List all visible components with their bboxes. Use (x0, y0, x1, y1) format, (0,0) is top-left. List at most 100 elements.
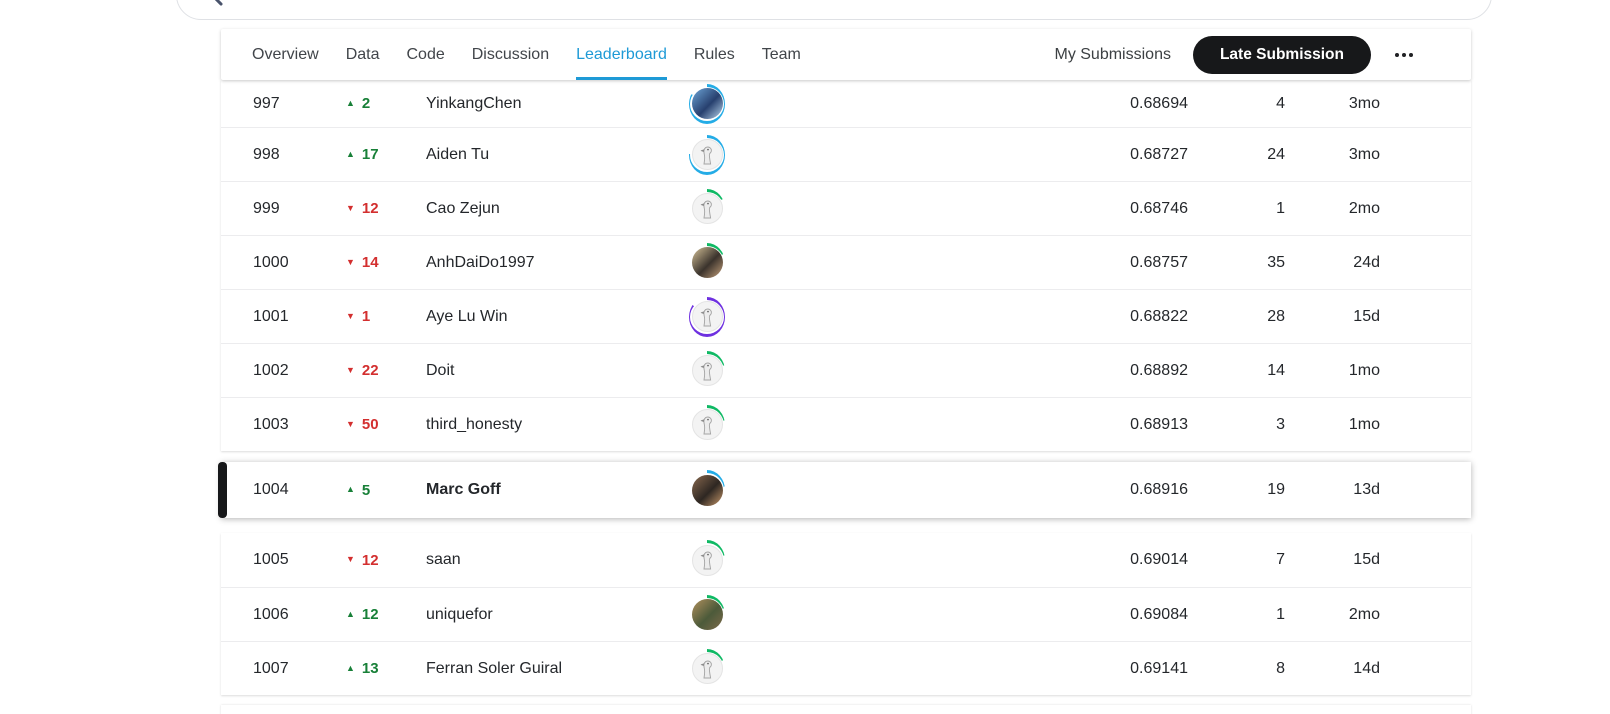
tabs-nav: Overview Data Code Discussion Leaderboard Rul… (221, 29, 801, 80)
rank-change-cell: ▼ 14 (346, 254, 426, 271)
rank-cell: 997 (221, 95, 346, 113)
avatar-cell (689, 470, 725, 510)
team-name-cell[interactable]: AnhDaiDo1997 (426, 254, 689, 272)
tab-bar-actions: My Submissions Late Submission (1054, 36, 1471, 74)
table-row[interactable]: 1006 ▲ 12 uniquefor 0.69084 1 2mo (221, 587, 1471, 641)
tab-data[interactable]: Data (346, 29, 380, 80)
score-cell: 0.69084 (1068, 606, 1188, 624)
avatar-cell (689, 405, 725, 445)
tab-discussion[interactable]: Discussion (472, 29, 549, 80)
rank-change-arrow-icon: ▼ (346, 554, 355, 564)
avatar[interactable] (689, 135, 725, 175)
avatar[interactable] (689, 189, 725, 229)
rank-change-cell: ▲ 5 (346, 482, 426, 499)
tab-rules[interactable]: Rules (694, 29, 735, 80)
tab-code[interactable]: Code (406, 29, 444, 80)
avatar[interactable] (689, 351, 725, 391)
team-name-cell[interactable]: Cao Zejun (426, 200, 689, 218)
team-name-cell[interactable]: third_honesty (426, 416, 689, 434)
rank-cell: 1006 (221, 606, 346, 624)
rank-change-arrow-icon: ▲ (346, 663, 355, 673)
team-name-cell[interactable]: Aiden Tu (426, 146, 689, 164)
team-name-cell[interactable]: Aye Lu Win (426, 308, 689, 326)
search-bar[interactable] (176, 0, 1492, 20)
entries-cell: 28 (1188, 308, 1285, 326)
competition-tab-bar: Overview Data Code Discussion Leaderboard Rul… (221, 29, 1471, 80)
avatar[interactable] (689, 243, 725, 283)
avatar[interactable] (689, 540, 725, 580)
late-submission-button[interactable]: Late Submission (1193, 36, 1371, 74)
avatar-cell (689, 297, 725, 337)
last-submission-cell: 2mo (1285, 606, 1380, 624)
avatar-cell (689, 595, 725, 635)
avatar-cell (689, 243, 725, 283)
entries-cell: 19 (1188, 481, 1285, 499)
table-row[interactable]: 1004 ▲ 5 Marc Goff 0.68916 19 13d (221, 462, 1471, 518)
avatar[interactable] (689, 470, 725, 510)
avatar[interactable] (689, 297, 725, 337)
table-row[interactable]: 1005 ▼ 12 saan 0.69014 7 15d (221, 533, 1471, 587)
tab-overview[interactable]: Overview (252, 29, 319, 80)
last-submission-cell: 3mo (1285, 146, 1380, 164)
rank-cell: 1005 (221, 551, 346, 569)
rank-change-arrow-icon: ▲ (346, 609, 355, 619)
rank-change-value: 12 (362, 200, 379, 217)
avatar[interactable] (689, 649, 725, 689)
search-icon (212, 0, 223, 6)
rank-change-value: 12 (362, 552, 379, 569)
avatar-cell (689, 135, 725, 175)
rank-cell: 1002 (221, 362, 346, 380)
table-row[interactable]: 1001 ▼ 1 Aye Lu Win 0.68822 28 15d (221, 289, 1471, 343)
rank-change-value: 1 (362, 308, 370, 325)
rank-change-arrow-icon: ▲ (346, 484, 355, 494)
last-submission-cell: 2mo (1285, 200, 1380, 218)
rank-change-cell: ▼ 22 (346, 362, 426, 379)
rank-change-arrow-icon: ▲ (346, 98, 355, 108)
more-options-icon[interactable] (1393, 47, 1415, 63)
team-name-cell[interactable]: YinkangChen (426, 95, 689, 113)
score-cell: 0.68757 (1068, 254, 1188, 272)
avatar-cell (689, 84, 725, 124)
table-row[interactable]: 1007 ▲ 13 Ferran Soler Guiral 0.69141 8 … (221, 641, 1471, 695)
team-name-cell[interactable]: uniquefor (426, 606, 689, 624)
rank-change-cell: ▲ 12 (346, 606, 426, 623)
table-row[interactable]: 1003 ▼ 50 third_honesty 0.68913 3 1mo (221, 397, 1471, 451)
rank-change-value: 2 (362, 95, 370, 112)
last-submission-cell: 13d (1285, 481, 1380, 499)
entries-cell: 7 (1188, 551, 1285, 569)
avatar-cell (689, 189, 725, 229)
table-row[interactable]: 997 ▲ 2 YinkangChen 0.68694 4 3mo (221, 80, 1471, 127)
rank-change-arrow-icon: ▲ (346, 149, 355, 159)
table-row[interactable]: 998 ▲ 17 Aiden Tu 0.68727 24 3mo (221, 127, 1471, 181)
last-submission-cell: 1mo (1285, 416, 1380, 434)
entries-cell: 8 (1188, 660, 1285, 678)
rank-change-value: 14 (362, 254, 379, 271)
avatar[interactable] (689, 84, 725, 124)
score-cell: 0.68892 (1068, 362, 1188, 380)
score-cell: 0.68746 (1068, 200, 1188, 218)
team-name-cell[interactable]: Doit (426, 362, 689, 380)
table-row[interactable]: 1000 ▼ 14 AnhDaiDo1997 0.68757 35 24d (221, 235, 1471, 289)
avatar[interactable] (689, 405, 725, 445)
leaderboard-rows-above: 997 ▲ 2 YinkangChen 0.68694 4 3mo 998 ▲ … (221, 80, 1471, 451)
avatar[interactable] (689, 595, 725, 635)
team-name-cell[interactable]: Marc Goff (426, 481, 689, 499)
leaderboard-rows-below: 1005 ▼ 12 saan 0.69014 7 15d 1006 ▲ 12 u… (221, 533, 1471, 695)
rank-cell: 1007 (221, 660, 346, 678)
rank-change-arrow-icon: ▼ (346, 365, 355, 375)
table-row[interactable]: 1002 ▼ 22 Doit 0.68892 14 1mo (221, 343, 1471, 397)
entries-cell: 1 (1188, 200, 1285, 218)
tab-leaderboard[interactable]: Leaderboard (576, 29, 667, 80)
rank-cell: 1000 (221, 254, 346, 272)
score-cell: 0.69014 (1068, 551, 1188, 569)
my-submissions-link[interactable]: My Submissions (1054, 46, 1170, 64)
tab-team[interactable]: Team (762, 29, 801, 80)
rank-change-arrow-icon: ▼ (346, 311, 355, 321)
rank-change-cell: ▼ 1 (346, 308, 426, 325)
table-row[interactable]: 999 ▼ 12 Cao Zejun 0.68746 1 2mo (221, 181, 1471, 235)
team-name-cell[interactable]: saan (426, 551, 689, 569)
rank-change-arrow-icon: ▼ (346, 203, 355, 213)
team-name-cell[interactable]: Ferran Soler Guiral (426, 660, 689, 678)
last-submission-cell: 24d (1285, 254, 1380, 272)
score-cell: 0.68822 (1068, 308, 1188, 326)
